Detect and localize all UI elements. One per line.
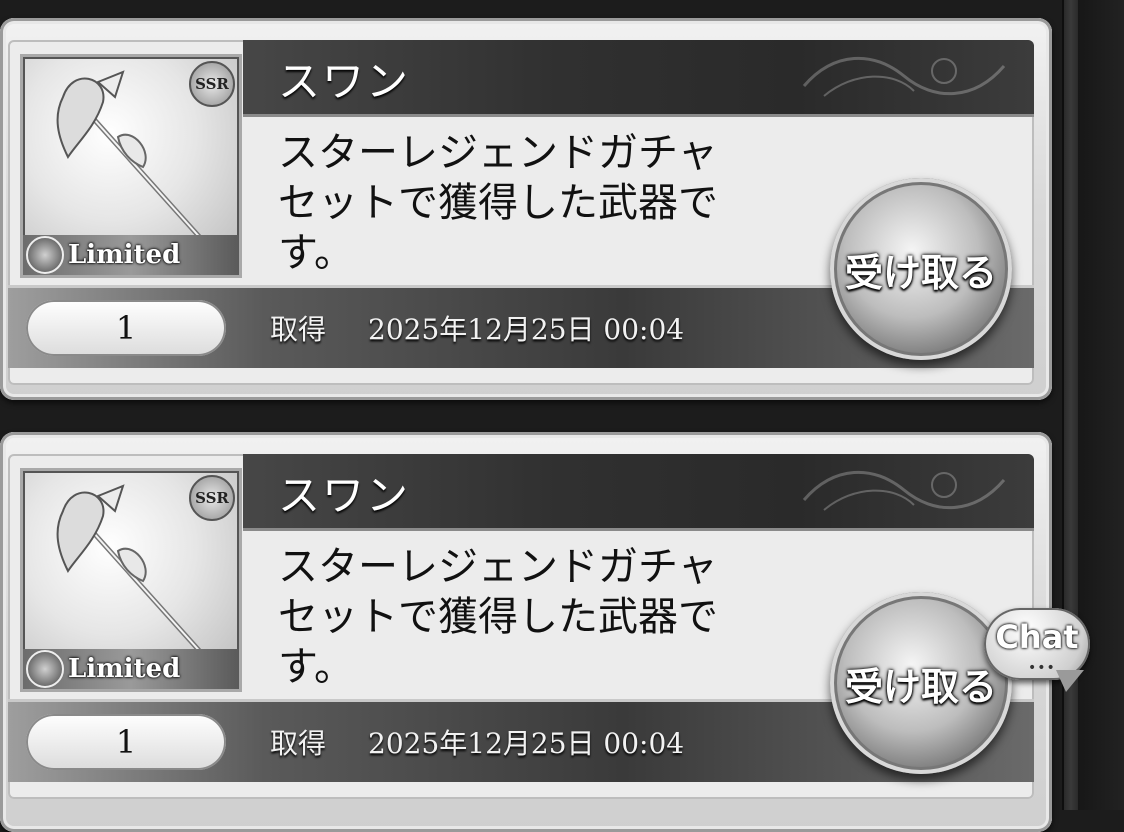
limited-label: Limited bbox=[68, 654, 181, 684]
card-body: スワン SSR Limited スターレジェンドガチャ セットで獲得した武器で … bbox=[8, 454, 1034, 799]
description-line: セットで獲得した武器で bbox=[278, 180, 718, 226]
chat-bubble-tail bbox=[1056, 670, 1084, 692]
acquired-date: 2025年12月25日 00:04 bbox=[368, 313, 685, 346]
item-description: スターレジェンドガチャ セットで獲得した武器で す。 bbox=[278, 542, 798, 692]
acquired-date: 2025年12月25日 00:04 bbox=[368, 727, 685, 760]
quantity-display: 1 bbox=[26, 714, 226, 770]
item-name: スワン bbox=[278, 57, 411, 106]
description-line: す。 bbox=[278, 230, 354, 276]
limited-label: Limited bbox=[68, 240, 181, 270]
item-name: スワン bbox=[278, 471, 411, 520]
item-description: スターレジェンドガチャ セットで獲得した武器で す。 bbox=[278, 128, 798, 278]
chat-button[interactable]: Chat ••• bbox=[984, 608, 1096, 694]
acquired-label: 取得 bbox=[270, 727, 327, 760]
item-title-band: スワン bbox=[243, 40, 1034, 117]
description-line: スターレジェンドガチャ bbox=[278, 544, 718, 590]
ornament-decoration bbox=[802, 56, 1006, 97]
present-item-card: スワン SSR Limited スターレジェンドガチャ セットで獲得した武器で … bbox=[0, 18, 1052, 400]
description-line: スターレジェンドガチャ bbox=[278, 130, 718, 176]
receive-button-label: 受け取る bbox=[844, 250, 997, 295]
limited-badge: Limited bbox=[23, 649, 239, 689]
quantity-display: 1 bbox=[26, 300, 226, 356]
chat-dots: ••• bbox=[1028, 660, 1056, 676]
acquired-label: 取得 bbox=[270, 313, 327, 346]
ssr-rarity-badge: SSR bbox=[189, 475, 235, 521]
item-thumbnail[interactable]: SSR Limited bbox=[20, 468, 242, 692]
chat-label: Chat bbox=[995, 618, 1079, 656]
item-title-band: スワン bbox=[243, 454, 1034, 531]
receive-button[interactable]: 受け取る bbox=[830, 178, 1012, 360]
description-line: す。 bbox=[278, 644, 354, 690]
item-thumbnail[interactable]: SSR Limited bbox=[20, 54, 242, 278]
ornament-decoration bbox=[802, 470, 1006, 511]
limited-badge: Limited bbox=[23, 235, 239, 275]
ssr-rarity-badge: SSR bbox=[189, 61, 235, 107]
swan-emblem-icon bbox=[26, 650, 64, 688]
receive-button-label: 受け取る bbox=[844, 664, 997, 709]
present-item-card: スワン SSR Limited スターレジェンドガチャ セットで獲得した武器で … bbox=[0, 432, 1052, 832]
card-body: スワン SSR Limited スターレジェンドガチャ セットで獲得した武器で … bbox=[8, 40, 1034, 385]
swan-emblem-icon bbox=[26, 236, 64, 274]
description-line: セットで獲得した武器で bbox=[278, 594, 718, 640]
